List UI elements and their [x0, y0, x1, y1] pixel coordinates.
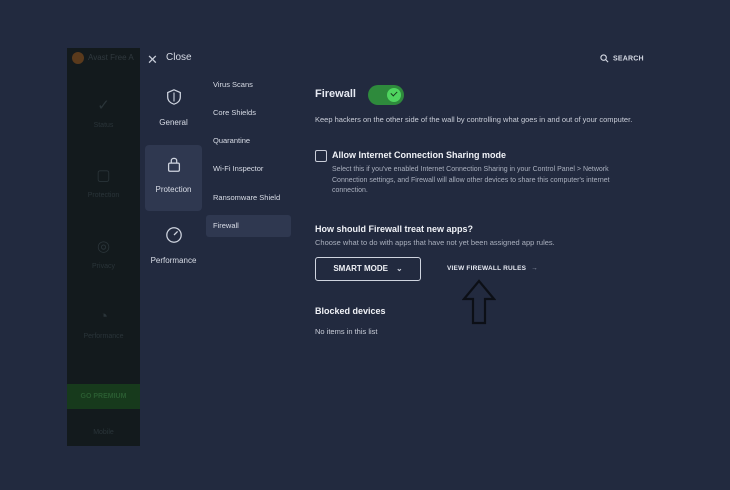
new-apps-heading: How should Firewall treat new apps?	[315, 224, 474, 234]
gauge-icon	[165, 227, 182, 243]
search-icon	[600, 54, 609, 63]
mode-dropdown[interactable]: SMART MODE ⌄	[315, 257, 421, 281]
ics-checkbox[interactable]	[315, 150, 327, 162]
annotation-up-arrow-icon	[462, 279, 496, 325]
close-icon[interactable]: ✕	[147, 52, 158, 68]
background-nav-status: ✓ Status	[67, 96, 140, 129]
view-firewall-rules-label: VIEW FIREWALL RULES	[447, 265, 527, 272]
ics-label[interactable]: Allow Internet Connection Sharing mode	[332, 150, 506, 160]
background-logo: Avast Free A	[72, 52, 134, 64]
view-firewall-rules-link[interactable]: VIEW FIREWALL RULES →	[447, 265, 538, 272]
blocked-devices-heading: Blocked devices	[315, 306, 386, 316]
lock-icon	[167, 157, 180, 172]
category-general-label: General	[159, 118, 188, 127]
subnav-core-shields[interactable]: Core Shields	[206, 102, 291, 124]
mode-dropdown-value: SMART MODE	[333, 264, 388, 273]
subnav-quarantine[interactable]: Quarantine	[206, 130, 291, 152]
avast-logo-icon	[72, 52, 84, 64]
background-nav-privacy: ◎ Privacy	[67, 237, 140, 270]
search-label: SEARCH	[613, 55, 644, 63]
background-nav-performance: ◔ Performance	[67, 308, 140, 340]
status-icon: ✓	[97, 97, 110, 114]
blocked-devices-empty: No items in this list	[315, 327, 378, 336]
ics-description: Select this if you've enabled Internet C…	[332, 166, 610, 194]
page-title: Firewall	[315, 88, 356, 100]
lock-icon: ▢	[96, 167, 111, 184]
firewall-toggle[interactable]	[368, 85, 404, 105]
toggle-check-icon	[387, 88, 401, 102]
gauge-icon: ◔	[98, 308, 109, 325]
close-button[interactable]: Close	[166, 52, 192, 63]
category-performance[interactable]: Performance	[145, 216, 202, 282]
category-protection[interactable]: Protection	[145, 145, 202, 211]
category-general[interactable]: General	[145, 78, 202, 144]
background-mobile-item: Mobile	[93, 429, 114, 436]
subnav-wifi-inspector[interactable]: Wi-Fi Inspector	[206, 158, 291, 180]
new-apps-subtitle: Choose what to do with apps that have no…	[315, 238, 555, 247]
search-button[interactable]: SEARCH	[600, 54, 644, 63]
fingerprint-icon: ◎	[96, 238, 111, 255]
arrow-right-icon: →	[531, 265, 538, 272]
category-performance-label: Performance	[150, 256, 197, 265]
subnav-firewall[interactable]: Firewall	[206, 215, 291, 237]
subnav-ransomware-shield[interactable]: Ransomware Shield	[206, 187, 291, 209]
background-nav-protection: ▢ Protection	[67, 166, 140, 199]
chevron-down-icon: ⌄	[395, 264, 403, 273]
background-premium-button: GO PREMIUM	[67, 384, 140, 409]
firewall-description: Keep hackers on the other side of the wa…	[315, 115, 633, 124]
subnav-virus-scans[interactable]: Virus Scans	[206, 74, 291, 96]
shield-icon	[166, 89, 181, 105]
category-protection-label: Protection	[155, 185, 192, 194]
